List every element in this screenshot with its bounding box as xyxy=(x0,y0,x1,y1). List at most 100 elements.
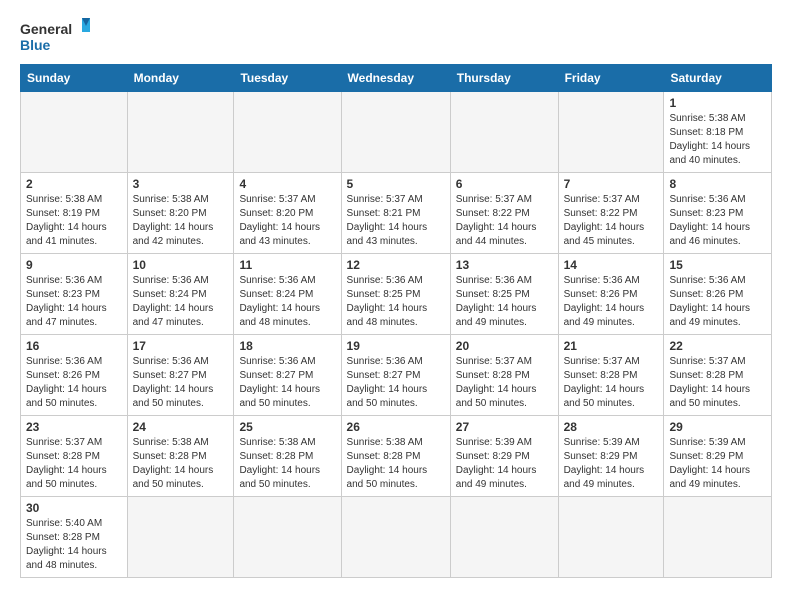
day-cell: 12Sunrise: 5:36 AM Sunset: 8:25 PM Dayli… xyxy=(341,254,450,335)
column-header-monday: Monday xyxy=(127,65,234,92)
day-cell: 29Sunrise: 5:39 AM Sunset: 8:29 PM Dayli… xyxy=(664,416,772,497)
svg-text:General: General xyxy=(20,21,72,37)
day-info: Sunrise: 5:36 AM Sunset: 8:27 PM Dayligh… xyxy=(347,355,445,411)
day-cell: 21Sunrise: 5:37 AM Sunset: 8:28 PM Dayli… xyxy=(558,335,664,416)
day-cell: 10 Sunrise: 5:36 AM Sunset: 8:24 PM Dayli… xyxy=(127,254,234,335)
calendar-table: SundayMondayTuesdayWednesdayThursdayFrid… xyxy=(20,64,772,578)
day-number: 1 xyxy=(669,96,766,110)
week-row-4: 16 Sunrise: 5:36 AM Sunset: 8:26 PM Dayli… xyxy=(21,335,772,416)
day-number: 7 xyxy=(564,177,659,191)
day-info: Sunrise: 5:37 AM Sunset: 8:22 PM Dayligh… xyxy=(564,193,659,249)
day-number: 26 xyxy=(347,420,445,434)
day-info: Sunrise: 5:38 AM Sunset: 8:28 PM Dayligh… xyxy=(347,436,445,492)
day-info: Sunrise: 5:36 AM Sunset: 8:26 PM Dayligh… xyxy=(26,355,122,411)
day-cell xyxy=(234,92,341,173)
day-info: Sunrise: 5:36 AM Sunset: 8:27 PM Dayligh… xyxy=(133,355,229,411)
svg-text:Blue: Blue xyxy=(20,37,51,53)
day-number: 8 xyxy=(669,177,766,191)
day-cell: 4 Sunrise: 5:37 AM Sunset: 8:20 PM Daylig… xyxy=(234,173,341,254)
week-row-6: 30Sunrise: 5:40 AM Sunset: 8:28 PM Dayli… xyxy=(21,497,772,578)
week-row-5: 23Sunrise: 5:37 AM Sunset: 8:28 PM Dayli… xyxy=(21,416,772,497)
day-number: 11 xyxy=(239,258,335,272)
column-header-wednesday: Wednesday xyxy=(341,65,450,92)
day-number: 5 xyxy=(347,177,445,191)
column-header-saturday: Saturday xyxy=(664,65,772,92)
day-info: Sunrise: 5:36 AM Sunset: 8:27 PM Dayligh… xyxy=(239,355,335,411)
day-info: Sunrise: 5:37 AM Sunset: 8:20 PM Dayligh… xyxy=(239,193,335,249)
day-cell xyxy=(558,497,664,578)
day-cell xyxy=(558,92,664,173)
day-cell: 6 Sunrise: 5:37 AM Sunset: 8:22 PM Daylig… xyxy=(450,173,558,254)
day-cell xyxy=(127,497,234,578)
day-info: Sunrise: 5:37 AM Sunset: 8:21 PM Dayligh… xyxy=(347,193,445,249)
day-number: 16 xyxy=(26,339,122,353)
day-cell: 16 Sunrise: 5:36 AM Sunset: 8:26 PM Dayli… xyxy=(21,335,128,416)
day-cell: 14 Sunrise: 5:36 AM Sunset: 8:26 PM Dayli… xyxy=(558,254,664,335)
day-info: Sunrise: 5:39 AM Sunset: 8:29 PM Dayligh… xyxy=(564,436,659,492)
day-cell: 27Sunrise: 5:39 AM Sunset: 8:29 PM Dayli… xyxy=(450,416,558,497)
column-header-sunday: Sunday xyxy=(21,65,128,92)
day-number: 22 xyxy=(669,339,766,353)
day-number: 10 xyxy=(133,258,229,272)
day-info: Sunrise: 5:37 AM Sunset: 8:22 PM Dayligh… xyxy=(456,193,553,249)
day-cell xyxy=(234,497,341,578)
day-cell: 30Sunrise: 5:40 AM Sunset: 8:28 PM Dayli… xyxy=(21,497,128,578)
day-info: Sunrise: 5:38 AM Sunset: 8:20 PM Dayligh… xyxy=(133,193,229,249)
day-cell: 17 Sunrise: 5:36 AM Sunset: 8:27 PM Dayli… xyxy=(127,335,234,416)
day-info: Sunrise: 5:36 AM Sunset: 8:24 PM Dayligh… xyxy=(239,274,335,330)
week-row-1: 1 Sunrise: 5:38 AM Sunset: 8:18 PM Daylig… xyxy=(21,92,772,173)
day-info: Sunrise: 5:36 AM Sunset: 8:26 PM Dayligh… xyxy=(669,274,766,330)
day-number: 25 xyxy=(239,420,335,434)
day-number: 6 xyxy=(456,177,553,191)
day-info: Sunrise: 5:38 AM Sunset: 8:18 PM Dayligh… xyxy=(669,112,766,168)
day-cell: 13Sunrise: 5:36 AM Sunset: 8:25 PM Dayli… xyxy=(450,254,558,335)
week-row-2: 2 Sunrise: 5:38 AM Sunset: 8:19 PM Daylig… xyxy=(21,173,772,254)
day-number: 17 xyxy=(133,339,229,353)
day-number: 21 xyxy=(564,339,659,353)
day-cell: 2 Sunrise: 5:38 AM Sunset: 8:19 PM Daylig… xyxy=(21,173,128,254)
day-info: Sunrise: 5:39 AM Sunset: 8:29 PM Dayligh… xyxy=(669,436,766,492)
day-cell: 3 Sunrise: 5:38 AM Sunset: 8:20 PM Daylig… xyxy=(127,173,234,254)
day-info: Sunrise: 5:37 AM Sunset: 8:28 PM Dayligh… xyxy=(669,355,766,411)
day-number: 3 xyxy=(133,177,229,191)
day-number: 15 xyxy=(669,258,766,272)
page-header: General Blue xyxy=(20,16,772,56)
column-header-thursday: Thursday xyxy=(450,65,558,92)
day-info: Sunrise: 5:37 AM Sunset: 8:28 PM Dayligh… xyxy=(26,436,122,492)
day-cell xyxy=(341,92,450,173)
day-cell: 8Sunrise: 5:36 AM Sunset: 8:23 PM Daylig… xyxy=(664,173,772,254)
day-info: Sunrise: 5:36 AM Sunset: 8:25 PM Dayligh… xyxy=(347,274,445,330)
day-cell: 5 Sunrise: 5:37 AM Sunset: 8:21 PM Daylig… xyxy=(341,173,450,254)
day-info: Sunrise: 5:36 AM Sunset: 8:24 PM Dayligh… xyxy=(133,274,229,330)
day-cell xyxy=(127,92,234,173)
column-header-friday: Friday xyxy=(558,65,664,92)
day-cell xyxy=(450,92,558,173)
day-info: Sunrise: 5:38 AM Sunset: 8:19 PM Dayligh… xyxy=(26,193,122,249)
day-number: 14 xyxy=(564,258,659,272)
day-cell xyxy=(450,497,558,578)
day-cell: 23Sunrise: 5:37 AM Sunset: 8:28 PM Dayli… xyxy=(21,416,128,497)
logo: General Blue xyxy=(20,16,90,56)
day-info: Sunrise: 5:38 AM Sunset: 8:28 PM Dayligh… xyxy=(239,436,335,492)
day-cell xyxy=(341,497,450,578)
day-cell: 24 Sunrise: 5:38 AM Sunset: 8:28 PM Dayli… xyxy=(127,416,234,497)
day-cell: 22 Sunrise: 5:37 AM Sunset: 8:28 PM Dayli… xyxy=(664,335,772,416)
day-number: 2 xyxy=(26,177,122,191)
day-cell: 1 Sunrise: 5:38 AM Sunset: 8:18 PM Daylig… xyxy=(664,92,772,173)
day-number: 9 xyxy=(26,258,122,272)
day-number: 30 xyxy=(26,501,122,515)
day-info: Sunrise: 5:37 AM Sunset: 8:28 PM Dayligh… xyxy=(456,355,553,411)
day-number: 20 xyxy=(456,339,553,353)
column-header-tuesday: Tuesday xyxy=(234,65,341,92)
day-number: 4 xyxy=(239,177,335,191)
header-row: SundayMondayTuesdayWednesdayThursdayFrid… xyxy=(21,65,772,92)
day-info: Sunrise: 5:38 AM Sunset: 8:28 PM Dayligh… xyxy=(133,436,229,492)
day-info: Sunrise: 5:39 AM Sunset: 8:29 PM Dayligh… xyxy=(456,436,553,492)
day-number: 24 xyxy=(133,420,229,434)
day-cell: 7 Sunrise: 5:37 AM Sunset: 8:22 PM Daylig… xyxy=(558,173,664,254)
day-cell: 15 Sunrise: 5:36 AM Sunset: 8:26 PM Dayli… xyxy=(664,254,772,335)
logo-svg: General Blue xyxy=(20,16,90,56)
day-info: Sunrise: 5:36 AM Sunset: 8:26 PM Dayligh… xyxy=(564,274,659,330)
day-cell: 28Sunrise: 5:39 AM Sunset: 8:29 PM Dayli… xyxy=(558,416,664,497)
day-info: Sunrise: 5:36 AM Sunset: 8:23 PM Dayligh… xyxy=(26,274,122,330)
